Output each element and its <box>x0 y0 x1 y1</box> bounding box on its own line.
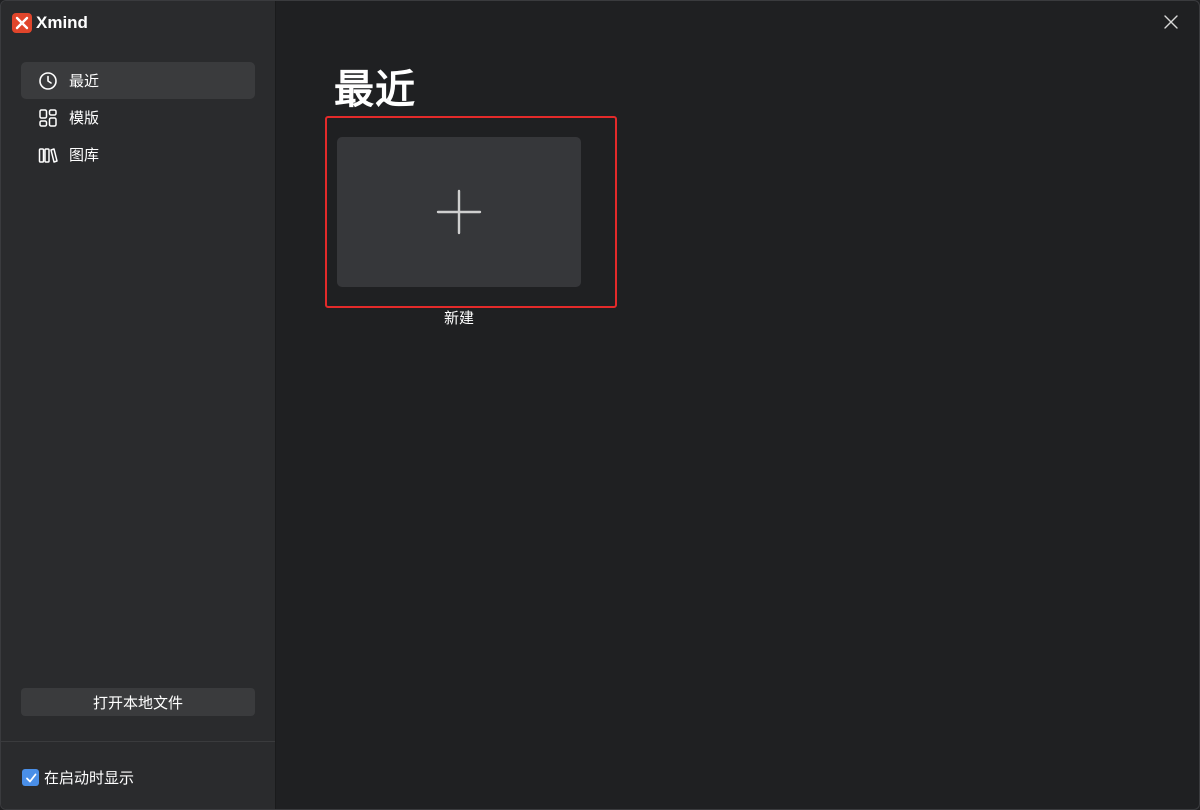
sidebar-item-library[interactable]: 图库 <box>21 136 255 173</box>
show-on-startup-label: 在启动时显示 <box>44 769 135 787</box>
brand: Xmind <box>12 12 88 34</box>
library-icon <box>38 145 58 165</box>
sidebar-item-templates[interactable]: 模版 <box>21 99 255 136</box>
app-name: Xmind <box>36 13 88 32</box>
close-icon <box>1164 15 1178 29</box>
sidebar: Xmind 最近 模版 图库 打开本地文件 在启动时显示 <box>1 1 276 809</box>
plus-icon <box>436 189 482 235</box>
app-window: Xmind 最近 模版 图库 打开本地文件 在启动时显示 最近 新建 <box>0 0 1200 810</box>
new-file-label: 新建 <box>443 309 474 327</box>
show-on-startup-checkbox[interactable] <box>22 769 39 786</box>
show-on-startup[interactable]: 在启动时显示 <box>22 767 134 788</box>
sidebar-item-recent[interactable]: 最近 <box>21 62 255 99</box>
new-file-card[interactable] <box>337 137 581 287</box>
grid-icon <box>38 108 58 128</box>
sidebar-item-label: 最近 <box>69 72 100 90</box>
checkmark-icon <box>25 773 36 782</box>
sidebar-item-label: 图库 <box>69 146 100 164</box>
sidebar-item-label: 模版 <box>69 109 100 127</box>
close-button[interactable] <box>1161 12 1181 32</box>
xmind-logo-icon <box>12 13 32 33</box>
page-title: 最近 <box>334 67 416 113</box>
sidebar-divider <box>1 741 275 742</box>
sidebar-nav: 最近 模版 图库 <box>21 62 255 173</box>
open-local-file-button[interactable]: 打开本地文件 <box>21 688 255 716</box>
clock-icon <box>38 71 58 91</box>
